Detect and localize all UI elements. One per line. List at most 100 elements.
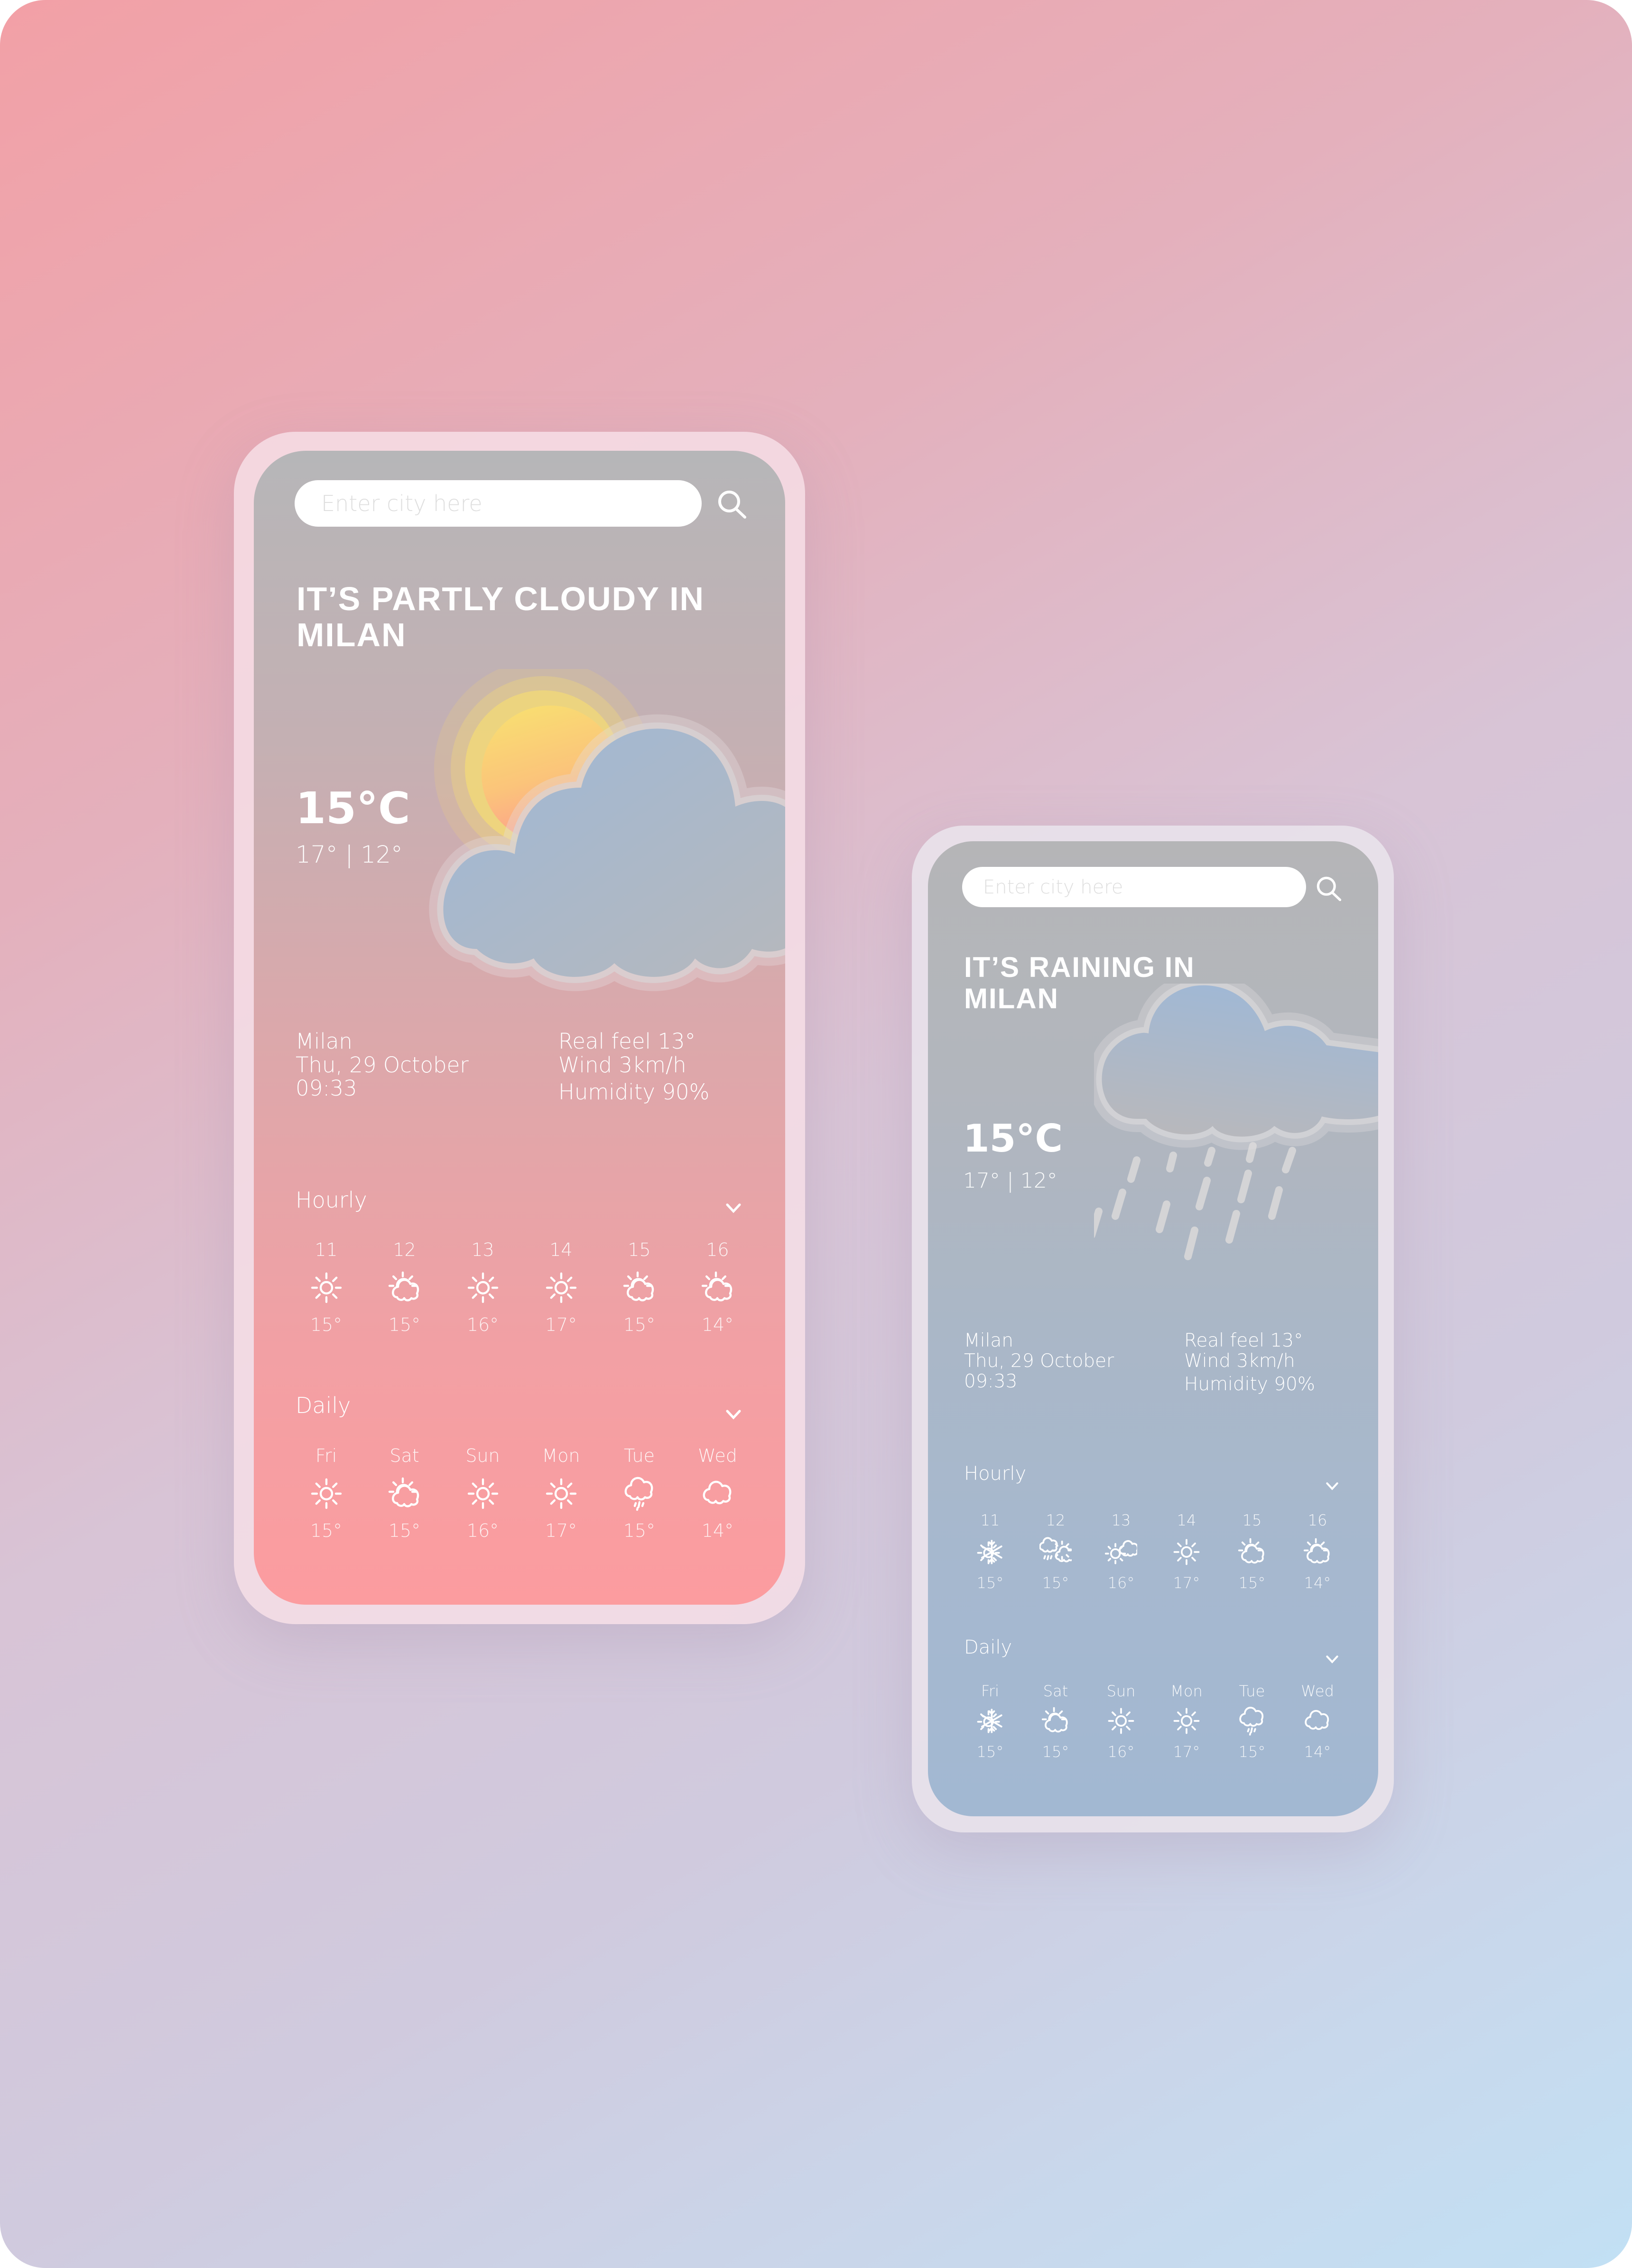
day-label: Wed — [698, 1445, 737, 1466]
partly-cloudy-icon — [1039, 1705, 1072, 1737]
hourly-forecast-item: 13 16° — [1088, 1511, 1154, 1592]
location-info: Milan Thu, 29 October 09:33 — [964, 1330, 1114, 1392]
day-label: Mon — [1170, 1682, 1203, 1700]
day-label: Mon — [542, 1445, 580, 1466]
forecast-temperature: 17° — [1173, 1743, 1200, 1761]
daily-forecast-item: Wed 14° — [678, 1445, 757, 1541]
forecast-temperature: 15° — [310, 1520, 343, 1541]
partly-cloudy-icon — [386, 1475, 424, 1513]
current-temperature: 15°C — [963, 1116, 1063, 1161]
weather-details: Real feel 13° Wind 3km/h Humidity 90% — [1184, 1330, 1315, 1395]
daily-forecast-item: Sun 16° — [1088, 1682, 1154, 1761]
snow-sun-icon — [974, 1705, 1006, 1737]
partly-cloudy-icon — [1236, 1536, 1268, 1568]
daily-forecast-item: Fri 15° — [287, 1445, 365, 1541]
forecast-temperature: 17° — [545, 1314, 577, 1335]
weather-headline: IT’S PARTLY CLOUDY IN MILAN — [297, 582, 705, 651]
day-label: Sat — [1043, 1682, 1068, 1700]
day-label: Fri — [981, 1682, 1000, 1700]
hour-label: 12 — [1046, 1511, 1066, 1529]
daily-forecast-item: Mon 17° — [522, 1445, 600, 1541]
daily-forecast-item: Sat 15° — [365, 1445, 444, 1541]
forecast-temperature: 14° — [701, 1314, 734, 1335]
weather-details: Real feel 13° Wind 3km/h Humidity 90% — [558, 1030, 709, 1104]
hourly-chevron-down-icon[interactable] — [725, 1203, 742, 1213]
search-button[interactable] — [1316, 876, 1342, 902]
forecast-temperature: 17° — [1173, 1574, 1200, 1592]
hourly-forecast-item: 11 15° — [957, 1511, 1023, 1592]
hour-label: 15 — [628, 1239, 651, 1260]
hourly-forecast-item: 16 14° — [1285, 1511, 1350, 1592]
hourly-chevron-down-icon[interactable] — [1326, 1482, 1339, 1490]
sun-icon — [542, 1475, 580, 1513]
phone-partly-cloudy: IT’S PARTLY CLOUDY IN MILAN — [234, 432, 805, 1624]
day-label: Sun — [465, 1445, 500, 1466]
hour-label: 12 — [393, 1239, 416, 1260]
date-text: Thu, 29 October — [964, 1350, 1114, 1372]
forecast-temperature: 15° — [976, 1574, 1004, 1592]
forecast-temperature: 15° — [388, 1520, 421, 1541]
forecast-temperature: 15° — [310, 1314, 343, 1335]
snow-sun-icon — [974, 1536, 1006, 1568]
day-label: Sun — [1106, 1682, 1136, 1700]
hour-label: 14 — [1177, 1511, 1196, 1529]
city-name: Milan — [296, 1029, 352, 1054]
forecast-temperature: 14° — [701, 1520, 734, 1541]
city-search-field[interactable] — [295, 480, 702, 527]
rain-partly-cloudy-icon — [1039, 1536, 1075, 1568]
hourly-label: Hourly — [964, 1463, 1027, 1485]
day-label: Tue — [624, 1445, 655, 1466]
hour-label: 15 — [1242, 1511, 1262, 1529]
city-search-input[interactable] — [962, 867, 1306, 907]
cloud-illustration — [1094, 984, 1378, 1150]
city-search-field[interactable] — [962, 867, 1306, 907]
partly-cloudy-icon — [1301, 1536, 1334, 1568]
hourly-forecast-item: 14 17° — [522, 1239, 600, 1335]
headline-line-1: IT’S PARTLY CLOUDY IN — [297, 580, 705, 617]
cloud-icon — [1301, 1705, 1334, 1737]
hourly-forecast-item: 14 17° — [1154, 1511, 1219, 1592]
partly-cloudy-illustration — [429, 669, 785, 991]
daily-chevron-down-icon[interactable] — [1326, 1655, 1339, 1664]
date-text: Thu, 29 October — [296, 1052, 469, 1078]
hourly-label: Hourly — [296, 1187, 367, 1213]
forecast-temperature: 14° — [1304, 1574, 1331, 1592]
hour-label: 16 — [1307, 1511, 1327, 1529]
hour-label: 13 — [471, 1239, 494, 1260]
high-low-temperature: 17° | 12° — [963, 1169, 1057, 1193]
hourly-forecast-item: 13 16° — [444, 1239, 522, 1335]
forecast-temperature: 15° — [623, 1520, 656, 1541]
daily-forecast-row: Fri 15° Sat 15° Sun 16° Mon 17° Tue 15° Wed 14° — [957, 1682, 1350, 1761]
current-temperature: 15°C — [296, 783, 410, 834]
daily-forecast-item: Tue 15° — [600, 1445, 678, 1541]
hour-label: 11 — [315, 1239, 338, 1260]
headline-line-1: IT’S RAINING IN — [964, 951, 1195, 983]
hour-label: 14 — [549, 1239, 573, 1260]
daily-forecast-item: Tue 15° — [1219, 1682, 1285, 1761]
search-icon — [718, 491, 746, 519]
high-low-temperature: 17° | 12° — [296, 841, 403, 868]
daily-label: Daily — [964, 1636, 1012, 1658]
sun-icon — [1105, 1705, 1137, 1737]
hourly-forecast-item: 15 15° — [1219, 1511, 1285, 1592]
forecast-temperature: 15° — [1042, 1574, 1069, 1592]
forecast-temperature: 16° — [466, 1520, 499, 1541]
hourly-forecast-item: 12 15° — [1023, 1511, 1088, 1592]
forecast-temperature: 15° — [388, 1314, 421, 1335]
rain-icon — [621, 1475, 658, 1513]
sun-cloud-icon — [1104, 1536, 1139, 1568]
forecast-temperature: 14° — [1304, 1743, 1331, 1761]
daily-chevron-down-icon[interactable] — [725, 1409, 742, 1420]
forecast-temperature: 15° — [623, 1314, 656, 1335]
hourly-forecast-item: 16 14° — [678, 1239, 757, 1335]
daily-forecast-row: Fri 15° Sat 15° Sun 16° Mon 17° Tue 15° Wed 14° — [287, 1445, 757, 1541]
hour-label: 16 — [706, 1239, 729, 1260]
day-label: Wed — [1301, 1682, 1334, 1700]
city-search-input[interactable] — [295, 480, 702, 527]
forecast-temperature: 15° — [976, 1743, 1004, 1761]
daily-forecast-item: Sun 16° — [444, 1445, 522, 1541]
wind-text: Wind 3km/h — [1184, 1350, 1295, 1372]
daily-forecast-item: Wed 14° — [1285, 1682, 1350, 1761]
time-text: 09:33 — [296, 1076, 357, 1101]
search-button[interactable] — [717, 490, 747, 519]
